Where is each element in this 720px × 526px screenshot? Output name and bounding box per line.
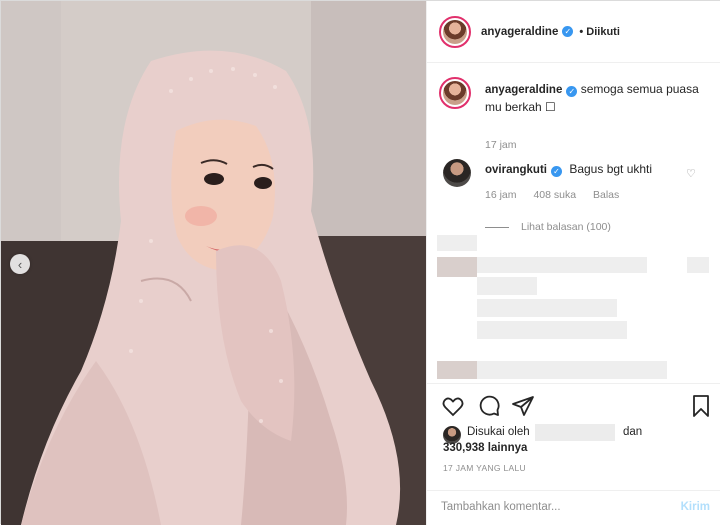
caption-avatar[interactable] xyxy=(439,77,471,109)
follow-status-label: Diikuti xyxy=(586,25,620,38)
comments-section: anyageraldine ✓ semoga semua puasa mu ber… xyxy=(427,63,720,383)
verified-badge-icon: ✓ xyxy=(562,26,574,37)
likes-count[interactable]: 330,938 lainnya xyxy=(443,442,527,454)
portrait-illustration xyxy=(1,1,426,525)
comment-composer: Kirim xyxy=(427,490,720,526)
redacted-block xyxy=(437,235,477,251)
verified-badge-icon: ✓ xyxy=(566,86,578,97)
comment-time: 16 jam xyxy=(485,189,517,201)
post-timestamp[interactable]: 17 JAM YANG LALU xyxy=(443,463,526,473)
redacted-block xyxy=(437,361,477,379)
verified-badge-icon: ✓ xyxy=(550,166,562,177)
comment-input[interactable] xyxy=(441,501,661,513)
divider xyxy=(485,226,509,228)
likes-and-label: dan xyxy=(623,426,643,438)
redacted-block xyxy=(437,257,477,277)
send-comment-button[interactable]: Kirim xyxy=(681,501,710,513)
carousel-prev-button[interactable]: ‹ xyxy=(10,254,30,274)
caption-time: 17 jam xyxy=(485,139,517,151)
commenter-username[interactable]: ovirangkuti xyxy=(485,164,547,176)
redacted-block xyxy=(477,299,617,317)
redacted-block xyxy=(477,321,627,339)
view-replies-label: Lihat balasan (100) xyxy=(521,221,611,233)
liked-by-label: Disukai oleh xyxy=(467,426,530,438)
comment-body: ovirangkuti ✓ Bagus bgt ukhti xyxy=(485,162,652,177)
redacted-block xyxy=(687,257,709,273)
comment-meta: 16 jam 408 suka Balas xyxy=(485,189,633,201)
likes-summary: Disukai oleh dan 330,938 lainnya xyxy=(443,424,713,460)
post-actions: Disukai oleh dan 330,938 lainnya 17 JAM … xyxy=(427,383,720,525)
author-avatar[interactable] xyxy=(439,15,471,48)
author-username[interactable]: anyageraldine xyxy=(481,26,558,38)
comment-heart-icon[interactable]: ♡ xyxy=(686,167,696,180)
commenter-avatar[interactable] xyxy=(443,159,471,187)
post-header: anyageraldine ✓ • Diikuti xyxy=(427,1,720,63)
reply-button[interactable]: Balas xyxy=(593,189,619,201)
save-bookmark-icon[interactable] xyxy=(689,394,713,418)
caption-body: anyageraldine ✓ semoga semua puasa mu ber… xyxy=(485,81,705,116)
post-frame: ‹ anyageraldine ✓ • Diikuti anyageraldin… xyxy=(0,0,720,525)
post-photo[interactable]: ‹ xyxy=(1,1,426,525)
comment-text: Bagus bgt ukhti xyxy=(569,162,653,176)
view-replies-button[interactable]: Lihat balasan (100) xyxy=(485,221,611,233)
follow-status[interactable]: • Diikuti xyxy=(579,26,620,38)
caption-username[interactable]: anyageraldine xyxy=(485,84,562,96)
comment-bubble-icon[interactable] xyxy=(477,394,501,418)
share-send-icon[interactable] xyxy=(511,394,535,418)
redacted-block xyxy=(477,361,667,379)
redacted-username xyxy=(535,424,615,441)
redacted-block xyxy=(477,257,647,273)
chevron-left-icon: ‹ xyxy=(17,256,23,272)
like-heart-icon[interactable] xyxy=(441,394,465,418)
post-side-panel: anyageraldine ✓ • Diikuti anyageraldine ✓… xyxy=(426,1,720,525)
comment-like-count[interactable]: 408 suka xyxy=(533,189,576,201)
redacted-block xyxy=(477,277,537,295)
bullet-icon: • xyxy=(579,25,584,38)
